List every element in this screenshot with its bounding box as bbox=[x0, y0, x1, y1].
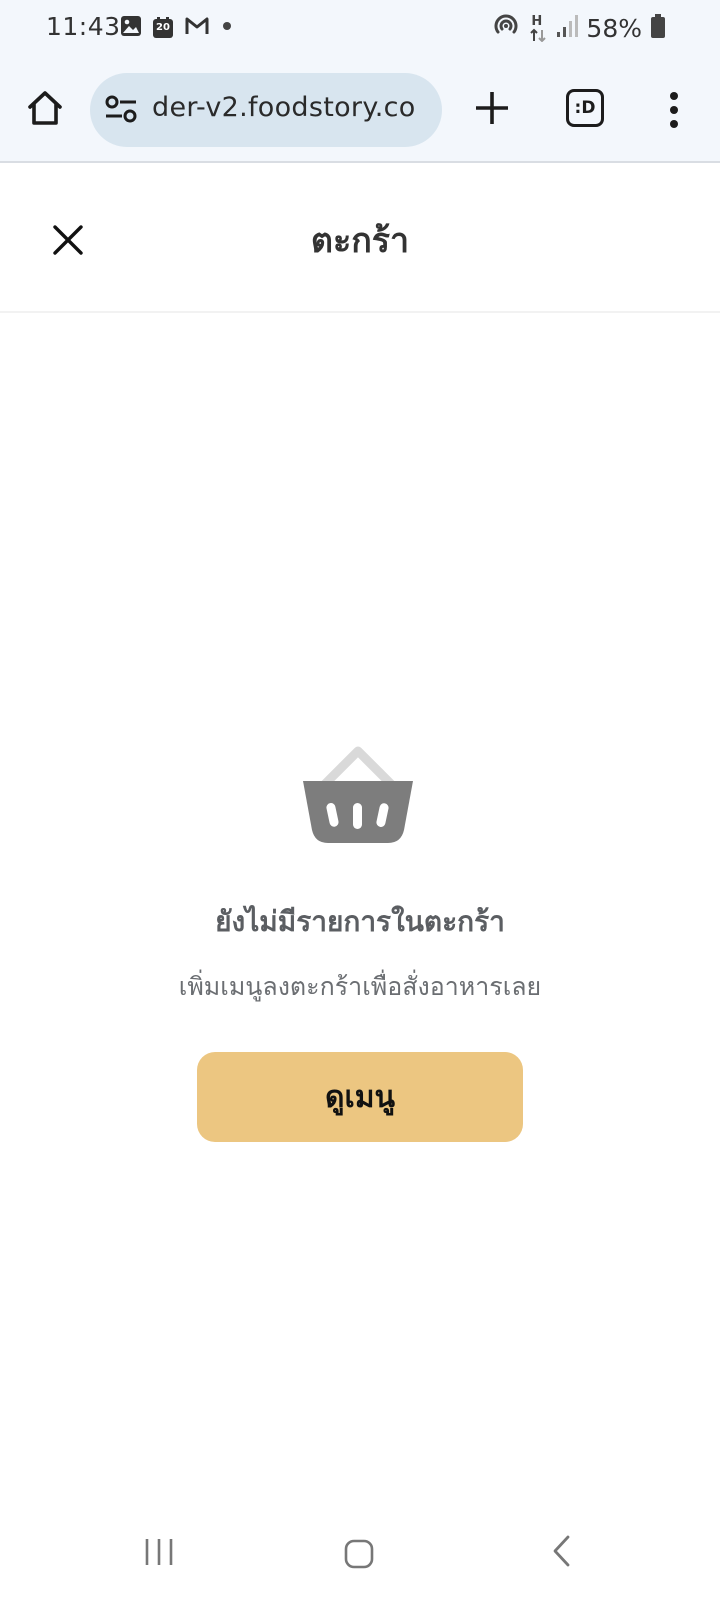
calendar-day-text: 20 bbox=[156, 22, 170, 33]
data-hplus-icon: H bbox=[528, 14, 548, 42]
plus-icon bbox=[476, 92, 508, 124]
back-icon[interactable] bbox=[550, 1534, 574, 1572]
system-nav-bar bbox=[0, 1500, 720, 1600]
browser-home-button[interactable] bbox=[22, 85, 68, 131]
status-notification-icons: 20 bbox=[120, 15, 234, 41]
new-tab-button[interactable] bbox=[470, 86, 514, 130]
url-bar[interactable]: der-v2.foodstory.co bbox=[90, 73, 442, 147]
battery-percent: 58% bbox=[586, 13, 642, 43]
more-vert-icon bbox=[670, 92, 678, 128]
browser-toolbar: der-v2.foodstory.co :D bbox=[0, 58, 720, 163]
gmail-icon bbox=[184, 15, 210, 41]
browser-menu-button[interactable] bbox=[658, 90, 690, 130]
status-bar: 11:43 20 H 58% bbox=[0, 0, 720, 58]
url-text[interactable]: der-v2.foodstory.co bbox=[152, 92, 416, 123]
notification-dot-icon bbox=[220, 15, 234, 41]
view-menu-button[interactable]: ดูเมนู bbox=[197, 1052, 523, 1142]
battery-icon bbox=[650, 13, 666, 43]
signal-icon bbox=[556, 14, 579, 42]
recents-icon[interactable] bbox=[143, 1536, 175, 1572]
calendar-icon: 20 bbox=[152, 17, 174, 39]
tab-switcher-button[interactable]: :D bbox=[566, 89, 604, 127]
nav-home-icon[interactable] bbox=[343, 1538, 375, 1574]
gallery-icon bbox=[120, 15, 142, 41]
page-title: ตะกร้า bbox=[310, 221, 410, 261]
basket-icon bbox=[303, 746, 413, 843]
site-settings-icon[interactable] bbox=[104, 94, 138, 128]
cart-header: ตะกร้า bbox=[0, 163, 720, 313]
status-time: 11:43 bbox=[46, 12, 121, 41]
empty-cart-subtitle: เพิ่มเมนูลงตะกร้าเพื่อสั่งอาหารเลย bbox=[178, 972, 542, 1001]
empty-cart-title: ยังไม่มีรายการในตะกร้า bbox=[215, 905, 505, 938]
home-icon bbox=[28, 91, 62, 125]
status-system-icons: H 58% bbox=[492, 12, 666, 44]
hotspot-icon bbox=[492, 12, 520, 44]
